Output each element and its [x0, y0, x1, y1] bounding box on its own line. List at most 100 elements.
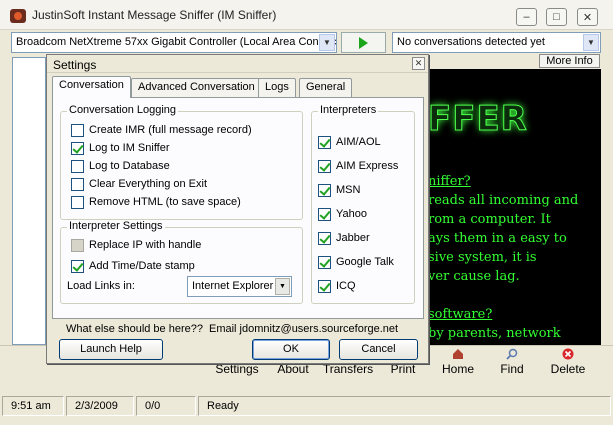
- dialog-title: Settings: [53, 58, 97, 72]
- interpreter-google-talk-checkbox[interactable]: Google Talk: [318, 254, 394, 270]
- footer-email: Email jdomnitz@users.sourceforge.net: [209, 323, 399, 335]
- interpreter-aim-label: AIM/AOL: [336, 136, 381, 148]
- tab-conversation[interactable]: Conversation: [52, 76, 131, 98]
- dialog-close-button[interactable]: ✕: [412, 57, 425, 70]
- app-icon: [10, 9, 26, 23]
- about-label: About: [277, 362, 309, 376]
- checkbox-box: [71, 123, 84, 137]
- adapter-select-value: Broadcom NetXtreme 57xx Gigabit Controll…: [16, 36, 337, 48]
- info-text-line: sive system, it is: [428, 250, 537, 265]
- info-panel: FFER niffer? reads all incoming and rom …: [428, 69, 601, 345]
- checkbox-box: [318, 135, 331, 149]
- minimize-button[interactable]: –: [516, 8, 537, 26]
- print-label: Print: [390, 362, 416, 376]
- info-text-line: by parents, network: [428, 326, 561, 341]
- checkbox-box: [71, 159, 84, 173]
- ok-button[interactable]: OK: [252, 339, 330, 360]
- search-icon: [505, 348, 519, 360]
- interpreter-google-talk-label: Google Talk: [336, 256, 394, 268]
- conversation-select-value: No conversations detected yet: [397, 36, 545, 48]
- status-bar: 9:51 am 2/3/2009 0/0 Ready: [0, 394, 613, 418]
- log-to-database-label: Log to Database: [89, 160, 170, 172]
- interpreter-aim-express-label: AIM Express: [336, 160, 399, 172]
- checkbox-box: [71, 195, 84, 209]
- add-time-stamp-checkbox[interactable]: Add Time/Date stamp: [71, 258, 195, 274]
- log-to-im-sniffer-label: Log to IM Sniffer: [89, 142, 170, 154]
- checkbox-box: [71, 238, 84, 252]
- conversation-logging-title: Conversation Logging: [67, 104, 179, 116]
- chevron-down-icon: ▼: [319, 34, 335, 51]
- delete-label: Delete: [550, 362, 586, 376]
- conversation-list[interactable]: [12, 57, 46, 345]
- launch-help-button[interactable]: Launch Help: [59, 339, 163, 360]
- tab-advanced-conversation[interactable]: Advanced Conversation: [131, 78, 262, 97]
- interpreter-aim-express-checkbox[interactable]: AIM Express: [318, 158, 398, 174]
- clear-on-exit-label: Clear Everything on Exit: [89, 178, 207, 190]
- home-button[interactable]: Home: [436, 348, 480, 388]
- info-text-line: reads all incoming and: [428, 193, 579, 208]
- checkbox-box: [71, 259, 84, 273]
- footer-question: What else should be here??: [66, 323, 203, 335]
- close-button[interactable]: ✕: [577, 8, 598, 26]
- interpreter-yahoo-checkbox[interactable]: Yahoo: [318, 206, 367, 222]
- interpreter-jabber-checkbox[interactable]: Jabber: [318, 230, 370, 246]
- find-label: Find: [500, 362, 524, 376]
- replace-ip-checkbox[interactable]: Replace IP with handle: [71, 237, 201, 253]
- adapter-select[interactable]: Broadcom NetXtreme 57xx Gigabit Controll…: [11, 32, 337, 53]
- interpreter-icq-label: ICQ: [336, 280, 356, 292]
- conversation-logging-group: Conversation Logging Create IMR (full me…: [60, 104, 303, 220]
- checkbox-box: [318, 231, 331, 245]
- remove-html-label: Remove HTML (to save space): [89, 196, 241, 208]
- title-bar: JustinSoft Instant Message Sniffer (IM S…: [0, 0, 613, 30]
- tab-logs[interactable]: Logs: [258, 78, 296, 97]
- log-to-database-checkbox[interactable]: Log to Database: [71, 158, 170, 174]
- tab-general[interactable]: General: [299, 78, 353, 97]
- info-heading: niffer?: [428, 174, 471, 189]
- home-label: Home: [441, 362, 474, 376]
- delete-button[interactable]: Delete: [546, 348, 590, 388]
- interpreter-settings-title: Interpreter Settings: [67, 220, 165, 232]
- checkbox-box: [318, 207, 331, 221]
- status-time: 9:51 am: [2, 396, 64, 416]
- maximize-button[interactable]: □: [546, 8, 567, 26]
- checkbox-box: [318, 255, 331, 269]
- delete-icon: [561, 348, 575, 360]
- interpreter-aim-checkbox[interactable]: AIM/AOL: [318, 134, 381, 150]
- checkbox-box: [71, 177, 84, 191]
- create-imr-label: Create IMR (full message record): [89, 124, 252, 136]
- settings-dialog: Settings ✕ Conversation Advanced Convers…: [46, 54, 429, 364]
- checkbox-box: [318, 183, 331, 197]
- cancel-button[interactable]: Cancel: [339, 339, 418, 360]
- interpreter-msn-checkbox[interactable]: MSN: [318, 182, 360, 198]
- interpreter-icq-checkbox[interactable]: ICQ: [318, 278, 356, 294]
- create-imr-checkbox[interactable]: Create IMR (full message record): [71, 122, 252, 138]
- load-links-select[interactable]: Internet Explorer ▼: [187, 276, 292, 297]
- sniffer-logo: FFER: [428, 99, 528, 140]
- checkbox-box: [71, 141, 84, 155]
- settings-label: Settings: [215, 362, 259, 376]
- find-button[interactable]: Find: [495, 348, 529, 388]
- log-to-im-sniffer-checkbox[interactable]: Log to IM Sniffer: [71, 140, 170, 156]
- interpreter-settings-group: Interpreter Settings Replace IP with han…: [60, 220, 303, 304]
- clear-on-exit-checkbox[interactable]: Clear Everything on Exit: [71, 176, 207, 192]
- chevron-down-icon: ▼: [583, 34, 599, 51]
- window-title: JustinSoft Instant Message Sniffer (IM S…: [32, 8, 277, 22]
- info-heading: software?: [428, 307, 493, 322]
- play-icon: [359, 36, 368, 49]
- load-links-value: Internet Explorer: [192, 280, 274, 292]
- start-capture-button[interactable]: [341, 32, 386, 53]
- transfers-label: Transfers: [322, 362, 374, 376]
- status-date: 2/3/2009: [66, 396, 134, 416]
- remove-html-checkbox[interactable]: Remove HTML (to save space): [71, 194, 241, 210]
- conversation-select[interactable]: No conversations detected yet ▼: [392, 32, 601, 53]
- info-text-line: ver cause lag.: [428, 269, 520, 284]
- chevron-down-icon: ▼: [275, 278, 290, 295]
- status-count: 0/0: [136, 396, 196, 416]
- more-info-button[interactable]: More Info: [539, 54, 600, 68]
- interpreters-group: Interpreters AIM/AOL AIM Express MSN Yah…: [311, 104, 415, 304]
- checkbox-box: [318, 159, 331, 173]
- interpreter-yahoo-label: Yahoo: [336, 208, 367, 220]
- checkbox-box: [318, 279, 331, 293]
- home-icon: [451, 348, 465, 360]
- conversation-tab-panel: Conversation Logging Create IMR (full me…: [52, 97, 424, 319]
